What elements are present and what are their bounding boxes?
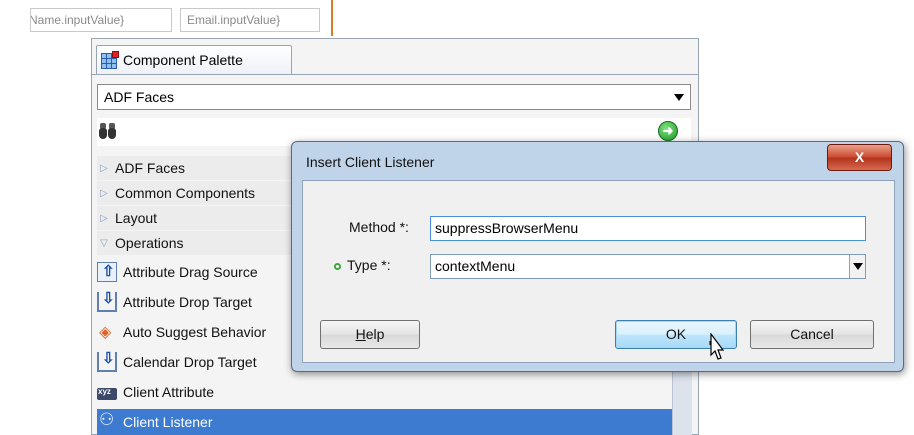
list-item-label: Client Attribute [123,384,215,400]
category-label: Operations [115,235,184,251]
help-button[interactable]: Help [320,320,420,349]
list-item-client-listener[interactable]: Client Listener [97,409,691,435]
required-indicator-icon [334,263,341,270]
category-label: Layout [115,210,158,226]
help-mnemonic: H [355,326,366,342]
client-attribute-icon [97,387,117,400]
palette-icon [101,51,119,69]
expand-triangle-icon: ▷ [100,187,108,199]
library-select-value: ADF Faces [104,89,175,105]
drop-target-icon [97,349,117,372]
drop-target-icon [97,289,117,312]
insert-client-listener-dialog: Insert Client Listener X Method *: suppr… [291,141,904,372]
go-arrow-icon[interactable]: ➜ [658,121,678,141]
collapse-triangle-icon: ▽ [100,237,108,249]
list-item-label: Calendar Drop Target [123,354,257,370]
dialog-title: Insert Client Listener [306,154,435,170]
mouse-pointer-icon [709,333,725,360]
chevron-down-icon [674,94,684,101]
close-button[interactable]: X [827,144,892,171]
category-label: ADF Faces [115,160,186,176]
help-label-rest: elp [365,326,385,342]
list-item-label: Attribute Drag Source [123,264,258,280]
tab-label: Component Palette [123,52,243,68]
category-label: Common Components [115,185,256,201]
list-item-label: Client Listener [123,414,213,430]
type-select-value: contextMenu [435,258,516,274]
list-item-label: Auto Suggest Behavior [123,324,267,340]
method-input[interactable]: suppressBrowserMenu [430,216,866,241]
list-item-label: Attribute Drop Target [123,294,252,310]
tab-component-palette[interactable]: Component Palette [96,45,292,74]
dialog-body: Method *: suppressBrowserMenu Type *: co… [302,180,895,363]
expand-triangle-icon: ▷ [100,212,108,224]
email-field[interactable]: Email.inputValue} [180,8,320,32]
binoculars-icon [99,123,117,139]
library-select[interactable]: ADF Faces [97,84,691,110]
name-field[interactable]: Name.inputValue} [30,8,172,32]
caret-divider [331,0,333,36]
type-select[interactable]: contextMenu [430,254,866,279]
expand-triangle-icon: ▷ [100,162,108,174]
type-label: Type *: [347,257,391,273]
tab-divider [92,74,698,75]
drag-source-icon [97,262,117,282]
method-label: Method *: [349,219,409,235]
cancel-button[interactable]: Cancel [750,320,874,349]
chevron-down-icon [849,255,865,278]
auto-suggest-icon [97,322,117,342]
client-listener-icon [97,410,117,432]
list-item-client-attribute[interactable]: Client Attribute [97,379,691,405]
